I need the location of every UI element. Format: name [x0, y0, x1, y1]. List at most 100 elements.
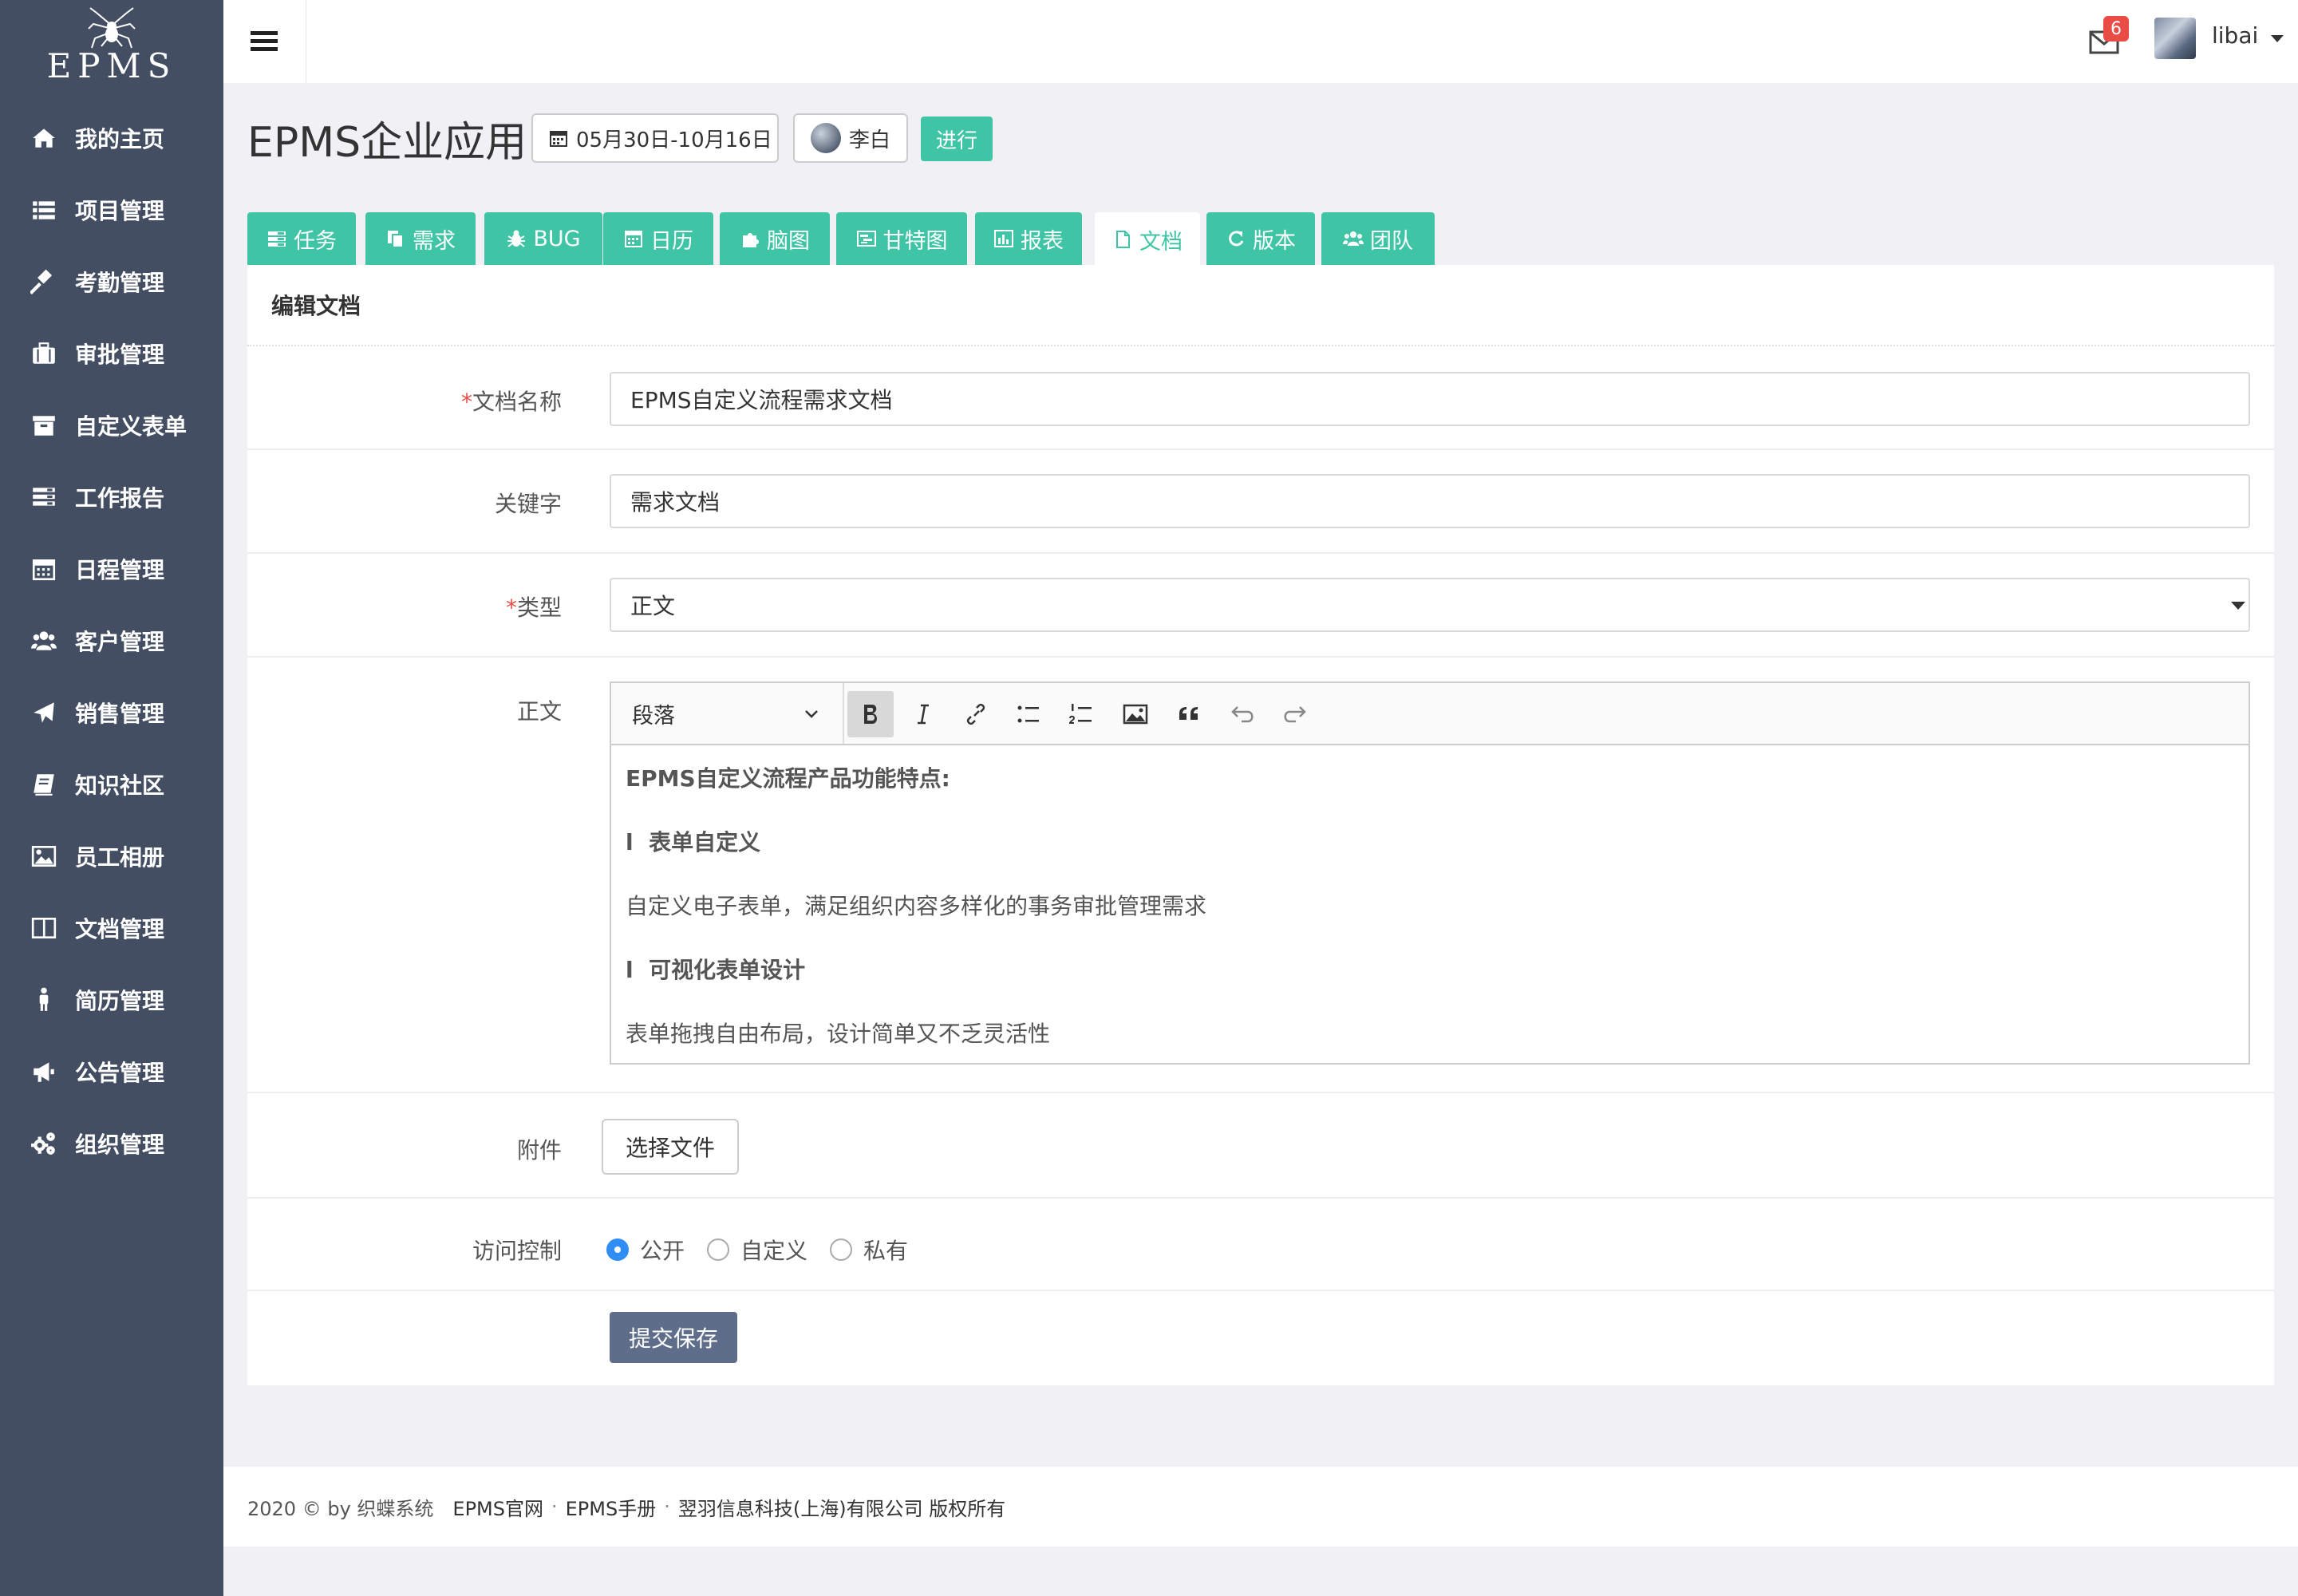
sidebar-item-work-report[interactable]: 工作报告 — [0, 461, 223, 533]
sidebar-item-sales[interactable]: 销售管理 — [0, 677, 223, 749]
refresh-icon — [1229, 231, 1244, 247]
hamburger-icon — [250, 31, 278, 51]
tab-calendar[interactable]: 日历 — [603, 212, 713, 265]
sidebar-item-custom-form[interactable]: 自定义表单 — [0, 389, 223, 461]
footer-link-company[interactable]: 翌羽信息科技(上海)有限公司 版权所有 — [678, 1493, 1005, 1521]
footer-separator: · — [664, 1495, 670, 1518]
username[interactable]: libai — [2212, 22, 2258, 49]
type-label: *类型 — [505, 595, 562, 621]
paragraph-format-select[interactable]: 段落 — [611, 683, 844, 744]
owner-name: 李白 — [849, 128, 891, 152]
bar-chart-icon — [994, 230, 1013, 247]
quote-icon — [1179, 707, 1198, 720]
bold-button[interactable] — [847, 691, 894, 737]
choose-file-button[interactable]: 选择文件 — [602, 1119, 739, 1175]
tab-mindmap[interactable]: 脑图 — [720, 212, 830, 265]
sidebar-item-label: 客户管理 — [75, 629, 165, 655]
sidebar-item-schedule[interactable]: 日程管理 — [0, 533, 223, 605]
footer-link-website[interactable]: EPMS官网 — [452, 1493, 543, 1521]
sidebar-item-label: 组织管理 — [75, 1132, 165, 1158]
access-radio-group: 公开 自定义 私有 — [606, 1234, 930, 1266]
sidebar-item-projects[interactable]: 项目管理 — [0, 174, 223, 246]
bulleted-list-button[interactable] — [1005, 691, 1052, 737]
keyword-label: 关键字 — [494, 491, 562, 517]
tab-documents[interactable]: 文档 — [1095, 212, 1200, 267]
date-range-badge: 05月30日-10月16日 — [531, 113, 779, 163]
tab-label: 版本 — [1253, 228, 1296, 254]
link-button[interactable] — [953, 691, 999, 737]
brand-logo[interactable]: EPMS — [0, 0, 223, 84]
briefcase-icon — [33, 342, 55, 364]
sidebar-item-label: 公告管理 — [75, 1060, 165, 1086]
blockquote-button[interactable] — [1167, 691, 1213, 737]
tab-reports[interactable]: 报表 — [975, 212, 1082, 265]
sidebar-item-customers[interactable]: 客户管理 — [0, 605, 223, 677]
sidebar-item-album[interactable]: 员工相册 — [0, 820, 223, 892]
form-row-access: 访问控制 公开 自定义 私有 — [247, 1199, 2274, 1291]
group-icon — [1343, 231, 1364, 246]
sidebar-item-knowledge[interactable]: 知识社区 — [0, 749, 223, 820]
calendar-icon — [550, 131, 567, 147]
sidebar-item-organization[interactable]: 组织管理 — [0, 1108, 223, 1179]
owner-avatar — [811, 123, 841, 153]
insert-image-button[interactable] — [1112, 691, 1159, 737]
editor-content-area[interactable]: EPMS自定义流程产品功能特点: l 表单自定义 自定义电子表单，满足组织内容多… — [611, 745, 2249, 1082]
spider-logo-icon — [88, 7, 136, 49]
sidebar-item-approval[interactable]: 审批管理 — [0, 318, 223, 389]
sidebar-item-label: 考勤管理 — [75, 270, 165, 296]
radio-private[interactable] — [830, 1238, 853, 1261]
radio-public[interactable] — [606, 1238, 629, 1261]
numbered-list-icon — [1068, 704, 1092, 724]
gantt-icon — [856, 231, 876, 247]
tab-bug[interactable]: BUG — [484, 212, 602, 265]
sidebar-item-label: 我的主页 — [75, 126, 165, 152]
redo-icon — [1284, 706, 1306, 723]
user-avatar[interactable] — [2154, 18, 2196, 59]
owner-badge[interactable]: 李白 — [793, 113, 908, 163]
keyword-input[interactable]: 需求文档 — [610, 474, 2250, 528]
sidebar-item-attendance[interactable]: 考勤管理 — [0, 246, 223, 318]
sidebar-item-label: 知识社区 — [75, 772, 165, 799]
footer-separator: · — [551, 1495, 558, 1518]
radio-custom[interactable] — [707, 1238, 730, 1261]
status-badge: 进行 — [921, 117, 993, 161]
rich-text-editor: 段落 EPMS自定义流程产品功能特点: l 表单自定义 自定义电子表单，满足组织… — [610, 681, 2250, 1065]
sidebar-item-announcements[interactable]: 公告管理 — [0, 1036, 223, 1108]
sidebar-item-label: 员工相册 — [75, 844, 165, 871]
user-menu-caret-icon[interactable] — [2271, 35, 2284, 42]
sidebar-item-resume[interactable]: 简历管理 — [0, 964, 223, 1036]
numbered-list-button[interactable] — [1058, 691, 1104, 737]
tab-team[interactable]: 团队 — [1321, 212, 1435, 265]
content-line: 表单拖拽自由布局，设计简单又不乏灵活性 — [626, 1021, 1051, 1047]
body-label: 正文 — [516, 698, 562, 725]
tab-label: 报表 — [1021, 228, 1064, 254]
panel-heading: 编辑文档 — [247, 265, 2274, 346]
cogs-icon — [31, 1132, 55, 1155]
tab-label: 脑图 — [767, 228, 810, 254]
tab-gantt[interactable]: 甘特图 — [836, 212, 967, 265]
doc-name-input[interactable]: EPMS自定义流程需求文档 — [610, 372, 2250, 426]
italic-button[interactable] — [900, 691, 946, 737]
tab-requirements[interactable]: 需求 — [365, 212, 476, 265]
tab-tasks[interactable]: 任务 — [247, 212, 356, 265]
image-icon — [1123, 704, 1148, 725]
link-icon — [966, 703, 985, 725]
sidebar-item-label: 项目管理 — [75, 198, 165, 224]
sidebar-item-documents[interactable]: 文档管理 — [0, 892, 223, 964]
sidebar-item-home[interactable]: 我的主页 — [0, 102, 223, 174]
footer-link-manual[interactable]: EPMS手册 — [566, 1493, 657, 1521]
menu-toggle-button[interactable] — [223, 0, 306, 83]
redo-button[interactable] — [1272, 691, 1318, 737]
tab-versions[interactable]: 版本 — [1206, 212, 1315, 265]
required-mark: * — [460, 389, 472, 415]
required-mark: * — [505, 595, 517, 621]
submit-save-button[interactable]: 提交保存 — [610, 1312, 737, 1363]
tab-label: 团队 — [1370, 228, 1413, 254]
logo-text: EPMS — [46, 46, 177, 85]
editor-toolbar: 段落 — [611, 683, 2249, 745]
undo-button[interactable] — [1219, 691, 1265, 737]
home-icon — [33, 128, 55, 148]
tab-label: 日历 — [650, 228, 693, 254]
book-icon — [34, 774, 54, 796]
type-select[interactable]: 正文 — [610, 578, 2250, 632]
